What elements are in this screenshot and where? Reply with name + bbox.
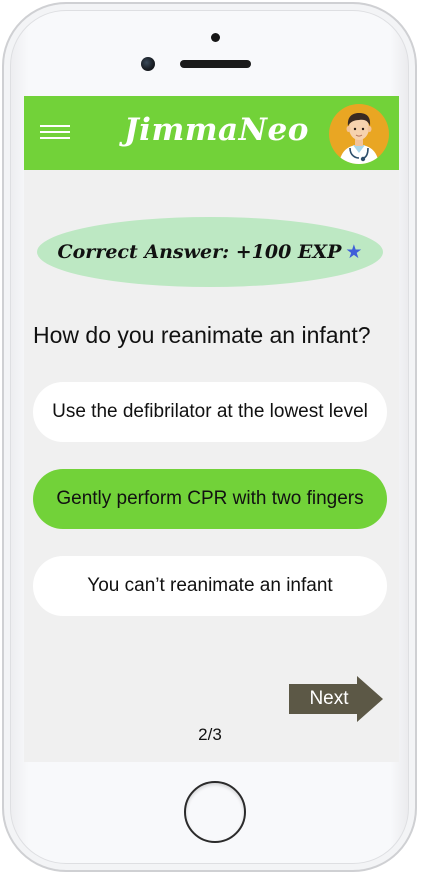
app-title: JimmaNeo — [124, 112, 309, 148]
next-button-label: Next — [309, 688, 349, 709]
answer-option-1[interactable]: Use the defibrilator at the lowest level — [33, 382, 387, 442]
question-text: How do you reanimate an infant? — [33, 322, 371, 348]
earpiece-speaker — [180, 60, 251, 68]
question-progress: 2/3 — [198, 725, 222, 744]
doctor-avatar-icon[interactable] — [329, 104, 389, 164]
app-screen: JimmaNeo Correct Answer: +100 EXP ★ How … — [24, 96, 399, 762]
answer-option-3[interactable]: You can’t reanimate an infant — [33, 556, 387, 616]
feedback-text: Correct Answer: +100 EXP — [57, 241, 342, 263]
answer-option-2-selected[interactable]: Gently perform CPR with two fingers — [33, 469, 387, 529]
answer-feedback-banner: Correct Answer: +100 EXP ★ — [37, 217, 383, 287]
hamburger-menu-icon[interactable] — [40, 125, 70, 141]
home-button[interactable] — [184, 781, 246, 843]
next-button[interactable]: Next — [289, 676, 384, 722]
proximity-sensor — [211, 33, 220, 42]
app-header: JimmaNeo — [24, 96, 399, 170]
front-camera — [141, 57, 155, 71]
star-icon: ★ — [345, 241, 363, 263]
